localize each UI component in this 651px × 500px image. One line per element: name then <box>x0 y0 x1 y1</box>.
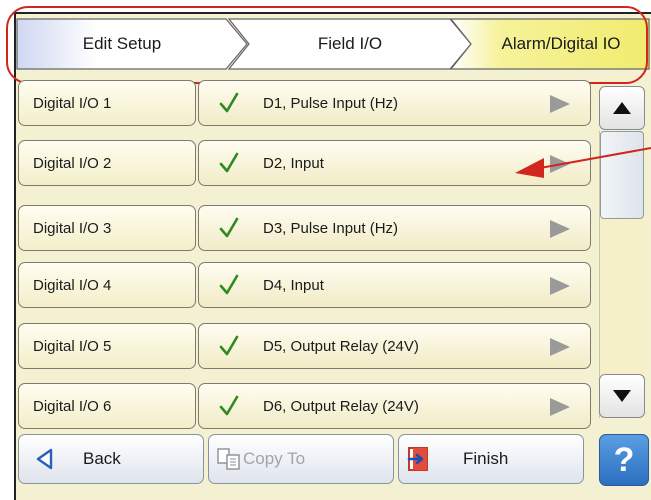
breadcrumb-label: Alarm/Digital IO <box>501 34 621 53</box>
scroll-down-button[interactable] <box>599 374 645 418</box>
digital-io-3-button[interactable]: Digital I/O 3 <box>18 205 196 251</box>
finish-icon <box>407 447 428 471</box>
digital-io-4-setting[interactable]: D4, Input <box>198 262 591 308</box>
check-icon <box>219 335 239 356</box>
triangle-right-icon <box>550 220 570 238</box>
digital-io-1-button[interactable]: Digital I/O 1 <box>18 80 196 126</box>
row-value: D2, Input <box>263 154 324 172</box>
copy-to-button[interactable]: Copy To <box>208 434 394 484</box>
check-icon <box>219 274 239 295</box>
back-button[interactable]: Back <box>18 434 204 484</box>
row-label: Digital I/O 5 <box>33 337 112 355</box>
digital-io-6-button[interactable]: Digital I/O 6 <box>18 383 196 429</box>
check-icon <box>219 217 239 238</box>
row-value: D6, Output Relay (24V) <box>263 397 419 415</box>
digital-io-4-button[interactable]: Digital I/O 4 <box>18 262 196 308</box>
back-label: Back <box>83 449 121 468</box>
help-icon: ? <box>613 440 635 479</box>
triangle-right-icon <box>550 398 570 416</box>
row-label: Digital I/O 1 <box>33 94 112 112</box>
triangle-right-icon <box>550 95 570 113</box>
breadcrumb-field-io[interactable]: Field I/O <box>228 18 472 70</box>
row-label: Digital I/O 2 <box>33 154 112 172</box>
check-icon <box>219 152 239 173</box>
row-value: D5, Output Relay (24V) <box>263 337 419 355</box>
breadcrumb-label: Field I/O <box>317 34 383 53</box>
digital-io-5-button[interactable]: Digital I/O 5 <box>18 323 196 369</box>
breadcrumb-alarm-digital-io[interactable]: Alarm/Digital IO <box>450 18 650 70</box>
finish-label: Finish <box>463 449 509 468</box>
scrollbar-thumb[interactable] <box>600 131 644 219</box>
row-value: D3, Pulse Input (Hz) <box>263 219 399 237</box>
row-label: Digital I/O 4 <box>33 276 112 294</box>
check-icon <box>219 395 239 416</box>
breadcrumb-label: Edit Setup <box>82 34 162 53</box>
row-label: Digital I/O 3 <box>33 219 112 237</box>
row-value: D1, Pulse Input (Hz) <box>263 94 399 112</box>
row-value: D4, Input <box>263 276 324 294</box>
digital-io-2-setting[interactable]: D2, Input <box>198 140 591 186</box>
digital-io-3-setting[interactable]: D3, Pulse Input (Hz) <box>198 205 591 251</box>
digital-io-2-button[interactable]: Digital I/O 2 <box>18 140 196 186</box>
copy-icon <box>217 448 240 470</box>
triangle-up-icon <box>613 102 631 114</box>
triangle-down-icon <box>613 390 631 402</box>
check-icon <box>219 92 239 113</box>
digital-io-1-setting[interactable]: D1, Pulse Input (Hz) <box>198 80 591 126</box>
breadcrumb: Edit Setup Field I/O Alarm/Digital IO <box>16 18 651 70</box>
triangle-left-icon <box>36 448 53 470</box>
triangle-right-icon <box>550 277 570 295</box>
row-label: Digital I/O 6 <box>33 397 112 415</box>
copy-to-label: Copy To <box>243 449 306 468</box>
digital-io-5-setting[interactable]: D5, Output Relay (24V) <box>198 323 591 369</box>
digital-io-6-setting[interactable]: D6, Output Relay (24V) <box>198 383 591 429</box>
triangle-right-icon <box>550 338 570 356</box>
scroll-up-button[interactable] <box>599 86 645 130</box>
finish-button[interactable]: Finish <box>398 434 584 484</box>
breadcrumb-edit-setup[interactable]: Edit Setup <box>16 18 248 70</box>
help-button[interactable]: ? <box>599 434 649 486</box>
triangle-right-icon <box>550 155 570 173</box>
